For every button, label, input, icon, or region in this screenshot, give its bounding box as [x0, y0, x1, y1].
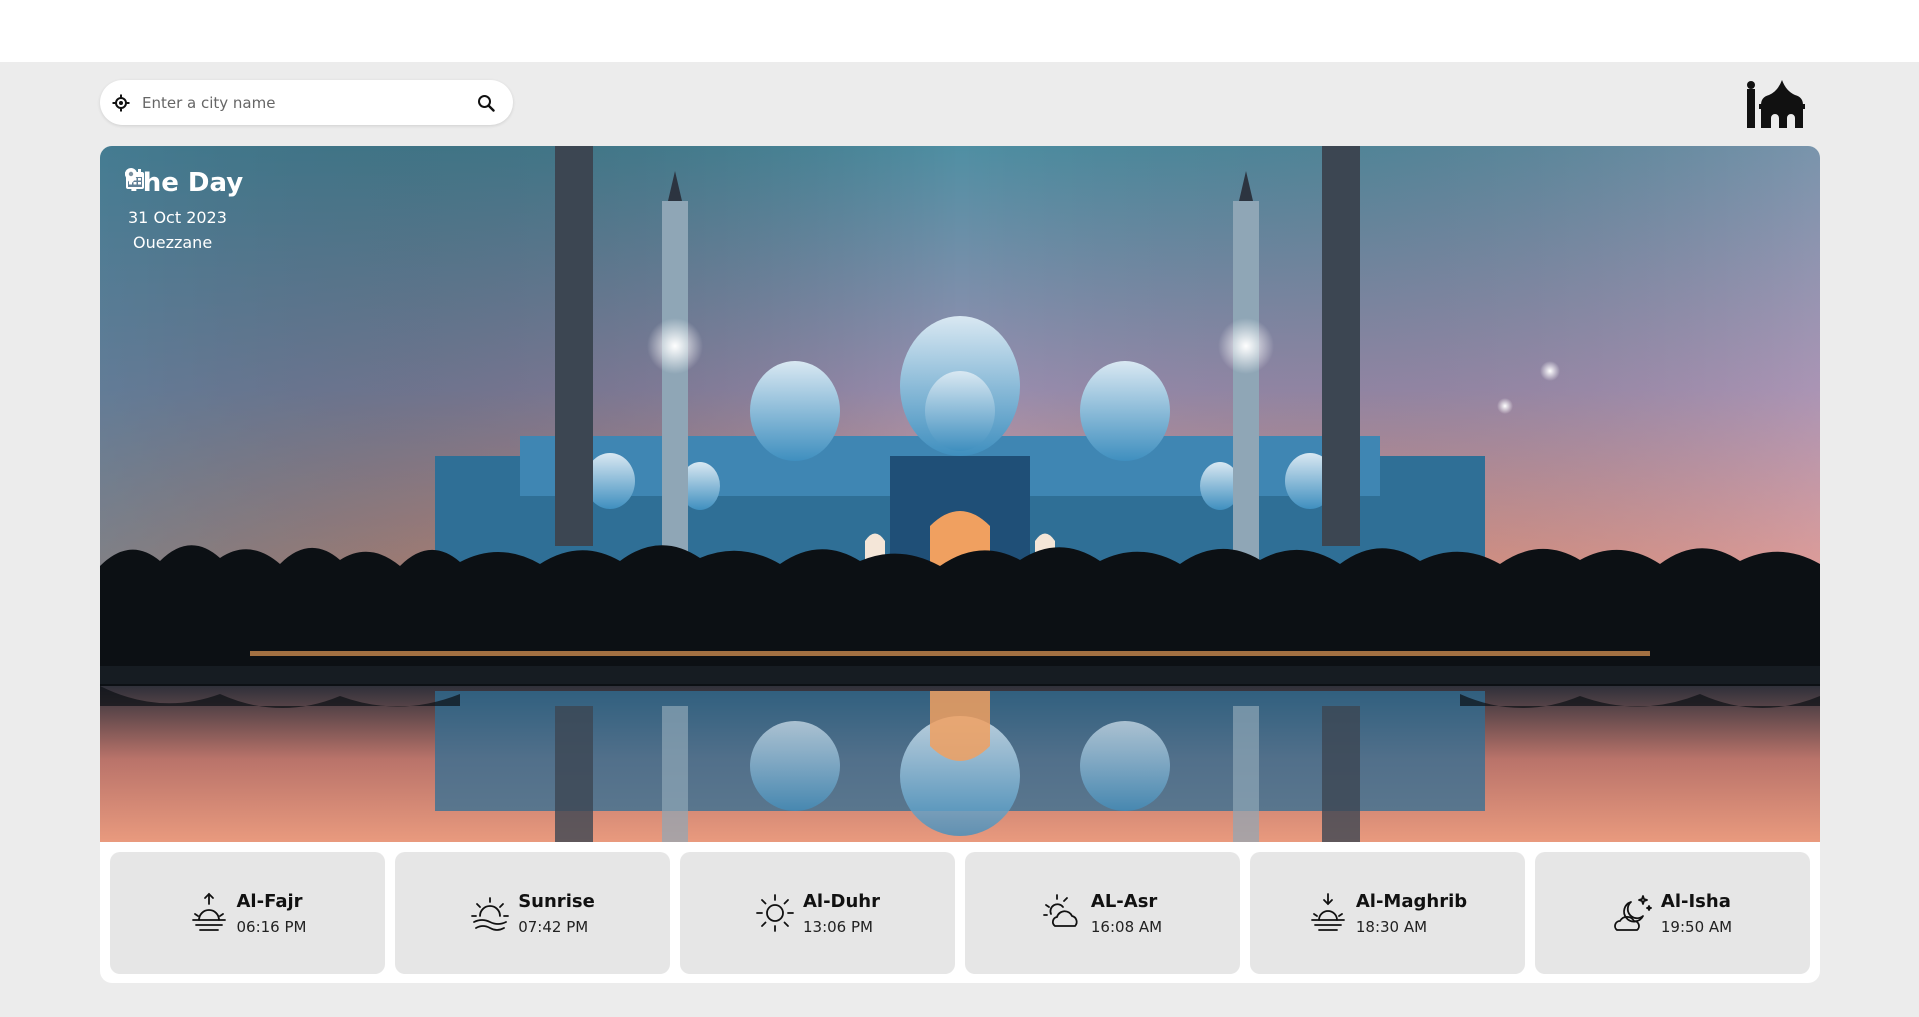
prayer-card-maghrib: Al-Maghrib 18:30 AM	[1250, 852, 1525, 974]
search-icon[interactable]	[475, 92, 497, 114]
city-search-input[interactable]	[142, 93, 475, 112]
sun-cloud-icon	[1042, 892, 1083, 934]
prayer-time: 13:06 PM	[802, 917, 873, 936]
city-search-bar	[100, 80, 513, 125]
prayer-name: Al-Isha	[1660, 890, 1731, 912]
prayer-text: Al-Duhr 13:06 PM	[803, 891, 880, 936]
moon-cloud-icon	[1613, 892, 1653, 934]
prayer-text: Al-Isha 19:50 AM	[1661, 891, 1732, 936]
prayer-name: Al-Fajr	[236, 890, 303, 912]
locate-icon[interactable]	[112, 94, 130, 112]
current-city: Ouezzane	[133, 233, 213, 252]
prayer-time: 07:42 PM	[518, 917, 589, 936]
prayer-text: Al-Fajr 06:16 PM	[237, 891, 307, 936]
fajr-icon	[189, 892, 229, 934]
prayer-card-sunrise: Sunrise 07:42 PM	[395, 852, 670, 974]
day-title-row: The Day	[125, 168, 253, 198]
prayer-name: AL-Asr	[1090, 890, 1158, 912]
prayer-text: Sunrise 07:42 PM	[518, 891, 595, 936]
mosque-logo-icon	[1745, 78, 1807, 128]
prayer-text: AL-Asr 16:08 AM	[1091, 891, 1162, 936]
prayer-card-asr: AL-Asr 16:08 AM	[965, 852, 1240, 974]
prayer-time: 16:08 AM	[1090, 917, 1163, 936]
prayer-text: Al-Maghrib 18:30 AM	[1356, 891, 1467, 936]
prayer-time: 18:30 AM	[1355, 917, 1428, 936]
mosque-hero-image: The Day 31 Oct 2023 Ouezzane	[100, 146, 1820, 842]
sunset-icon	[1308, 892, 1348, 934]
sunrise-icon	[470, 892, 510, 934]
top-bar	[0, 0, 1919, 62]
prayer-time: 19:50 AM	[1660, 917, 1733, 936]
prayer-card-duhr: Al-Duhr 13:06 PM	[680, 852, 955, 974]
prayer-times-list: Al-Fajr 06:16 PM Sunrise 07:42 PM Al-Duh…	[110, 852, 1810, 974]
prayer-times-card: The Day 31 Oct 2023 Ouezzane Al-Fajr 06:…	[100, 146, 1820, 983]
prayer-time: 06:16 PM	[236, 917, 307, 936]
prayer-card-fajr: Al-Fajr 06:16 PM	[110, 852, 385, 974]
prayer-name: Al-Maghrib	[1355, 890, 1468, 912]
prayer-name: Sunrise	[518, 890, 595, 912]
prayer-name: Al-Duhr	[802, 890, 881, 912]
prayer-card-isha: Al-Isha 19:50 AM	[1535, 852, 1810, 974]
current-date: 31 Oct 2023	[128, 208, 227, 227]
day-info: The Day 31 Oct 2023 Ouezzane	[125, 168, 253, 252]
current-city-row: Ouezzane	[125, 168, 253, 252]
sun-icon	[755, 892, 795, 934]
